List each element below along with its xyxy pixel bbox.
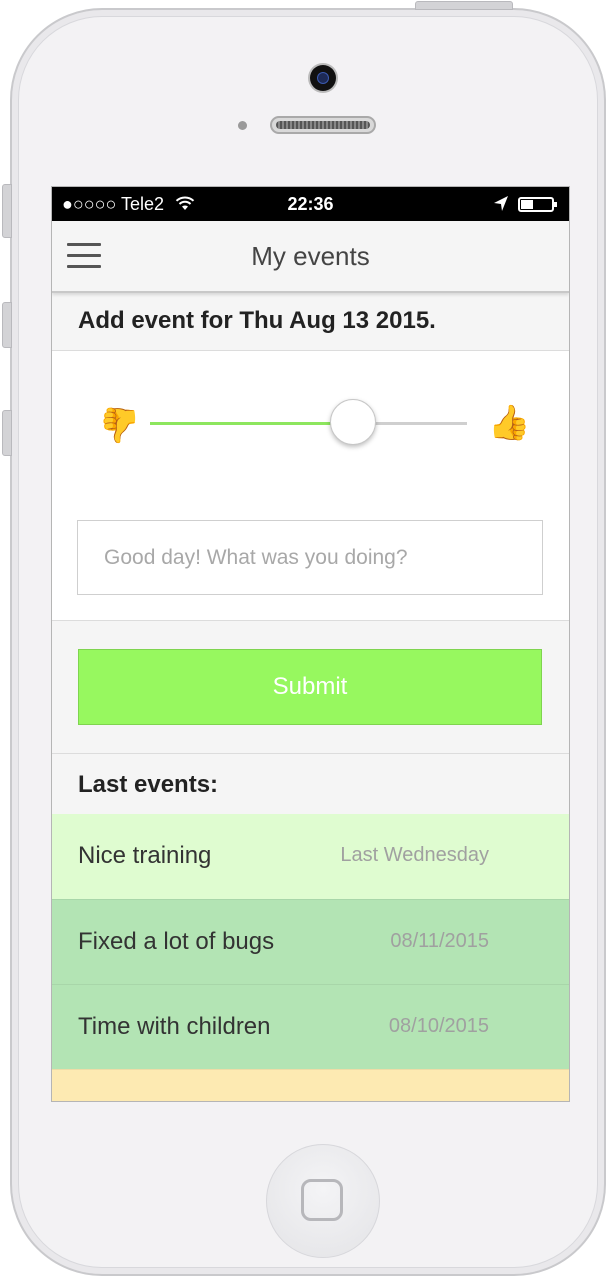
page-title: My events [251, 241, 370, 271]
navigation-bar: My events [52, 221, 569, 293]
power-button[interactable] [415, 1, 513, 10]
submit-button[interactable]: Submit [78, 649, 542, 725]
event-description-input[interactable] [77, 520, 543, 595]
volume-down-button[interactable] [2, 410, 12, 456]
event-input-card [52, 494, 569, 621]
mood-slider-track[interactable] [150, 422, 467, 425]
event-name: Time with children [78, 1013, 271, 1040]
front-camera [310, 65, 336, 91]
event-date: 08/11/2015 [390, 930, 489, 952]
event-list-item[interactable]: Nice training Last Wednesday [52, 814, 569, 899]
event-date: 08/10/2015 [388, 1015, 489, 1037]
status-bar: ●○○○○ Tele2 22:36 [52, 187, 569, 221]
event-date: Last Wednesday [340, 844, 489, 866]
app-screen: ●○○○○ Tele2 22:36 My events Add event fo… [51, 186, 570, 1102]
earpiece-speaker [270, 116, 376, 134]
proximity-sensor [238, 121, 247, 130]
home-square-icon [301, 1179, 343, 1221]
mute-switch[interactable] [2, 184, 12, 238]
event-list-item[interactable] [52, 1069, 569, 1101]
event-name: Fixed a lot of bugs [78, 928, 275, 955]
section-divider [52, 753, 569, 754]
mood-slider-knob[interactable] [329, 399, 376, 445]
last-events-title: Last events: [78, 771, 219, 798]
location-arrow-icon [494, 196, 508, 211]
event-name: Nice training [78, 842, 212, 869]
event-list-item[interactable]: Time with children 08/10/2015 [52, 984, 569, 1069]
add-event-title: Add event for Thu Aug 13 2015. [78, 307, 436, 334]
home-button[interactable] [266, 1144, 380, 1258]
thumbs-down-icon[interactable]: 👍 [99, 405, 141, 445]
mood-slider-fill [150, 422, 353, 425]
battery-icon [518, 197, 557, 212]
status-time: 22:36 [287, 194, 334, 214]
volume-up-button[interactable] [2, 302, 12, 348]
thumbs-up-icon[interactable]: 👍 [488, 403, 530, 443]
event-list-item[interactable]: Fixed a lot of bugs 08/11/2015 [52, 899, 569, 984]
battery-fill [521, 200, 533, 209]
mood-slider-card: 👍 👍 [52, 350, 569, 496]
